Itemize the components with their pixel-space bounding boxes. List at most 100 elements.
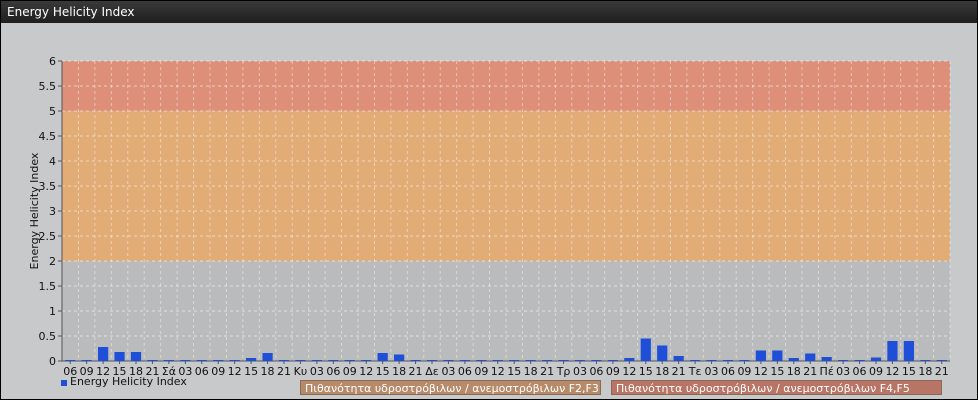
bar-09 <box>213 360 224 361</box>
bar-15 <box>640 338 651 361</box>
y-tick-label: 4.5 <box>39 130 57 143</box>
bar-Δε <box>426 360 438 361</box>
y-tick-label: 2 <box>49 255 56 268</box>
band-legend-f2f3: Πιθανότητα υδροστρόβιλων / ανεμοστρόβιλω… <box>300 380 601 395</box>
bar-15 <box>114 352 125 361</box>
x-tick-label: 06 <box>326 365 340 378</box>
x-tick-label: 03 <box>573 365 587 378</box>
bar-03 <box>574 360 586 361</box>
bar-06 <box>65 360 76 361</box>
bar-15 <box>772 350 783 361</box>
x-tick-label: 06 <box>195 365 209 378</box>
x-tick-label: Τρ <box>556 365 571 378</box>
x-tick-label: 15 <box>507 365 521 378</box>
x-tick-label: 03 <box>441 365 455 378</box>
bar-12 <box>229 360 240 361</box>
y-tick-label: 1 <box>49 305 56 318</box>
bar-12 <box>624 358 635 361</box>
x-tick-label: 15 <box>639 365 653 378</box>
bar-21 <box>147 360 158 361</box>
bar-Κυ <box>295 360 306 361</box>
x-tick-label: 06 <box>721 365 735 378</box>
window-title: Energy Helicity Index <box>1 1 977 23</box>
bar-03 <box>311 360 322 361</box>
bar-03 <box>180 360 191 361</box>
x-tick-label: Δε <box>425 365 439 378</box>
x-tick-label: 21 <box>803 365 817 378</box>
y-tick-label: 3.5 <box>39 180 57 193</box>
bar-18 <box>920 360 931 361</box>
bar-06 <box>196 360 207 361</box>
x-tick-label: 18 <box>655 365 669 378</box>
x-tick-label: 03 <box>836 365 850 378</box>
bar-12 <box>755 350 766 361</box>
series-legend-swatch <box>61 380 67 386</box>
bar-06 <box>328 360 339 361</box>
y-tick-label: 0 <box>49 355 56 368</box>
bar-12 <box>361 360 372 361</box>
bar-21 <box>936 360 947 361</box>
x-tick-label: 06 <box>853 365 867 378</box>
energy-helicity-chart: 0 0.5 1 1.5 2 2.5 3 3.5 4 4.5 5 5.5 6 Energy Helicity… <box>28 55 951 378</box>
bar-Τρ <box>558 360 569 361</box>
bar-21 <box>542 360 553 361</box>
chart-panel: 0 0.5 1 1.5 2 2.5 3 3.5 4 4.5 5 5.5 6 Energy Helicity… <box>1 23 977 399</box>
bar-06 <box>854 360 865 361</box>
x-tick-label: 09 <box>737 365 751 378</box>
band-legend-f4f5: Πιθανότητα υδροστρόβιλων / ανεμοστρόβιλω… <box>611 380 942 395</box>
y-tick-label: 3 <box>49 205 56 218</box>
bar-18 <box>788 358 799 361</box>
bar-12 <box>98 347 109 361</box>
bar-18 <box>394 354 405 361</box>
bar-21 <box>673 356 684 361</box>
bar-18 <box>657 345 668 361</box>
bar-Τε <box>690 360 701 361</box>
bar-18 <box>130 352 142 361</box>
bar-18 <box>525 360 536 361</box>
x-tick-label: 09 <box>211 365 225 378</box>
bar-03 <box>706 360 717 361</box>
y-axis-title: Energy Helicity Index <box>28 152 41 269</box>
x-tick-label: 18 <box>918 365 932 378</box>
bar-09 <box>344 360 355 361</box>
bar-15 <box>903 341 914 361</box>
bar-06 <box>591 360 602 361</box>
x-tick-label: 18 <box>261 365 275 378</box>
y-tick-label: 6 <box>49 55 56 68</box>
bar-21 <box>278 360 290 361</box>
x-tick-label: 09 <box>606 365 620 378</box>
chart-window: Energy Helicity Index 0 0.5 1 1.5 2 2.5 3 3.5 4 4… <box>0 0 978 400</box>
x-tick-label: 03 <box>310 365 324 378</box>
x-tick-label: 15 <box>376 365 390 378</box>
x-tick-label: 12 <box>622 365 636 378</box>
bar-09 <box>607 360 618 361</box>
x-tick-label: 21 <box>277 365 291 378</box>
bar-Πέ <box>821 357 832 361</box>
x-tick-label: 21 <box>540 365 554 378</box>
x-tick-label: 12 <box>359 365 373 378</box>
x-tick-label: 18 <box>524 365 538 378</box>
x-tick-label: 18 <box>392 365 406 378</box>
bar-21 <box>805 353 816 361</box>
y-tick-label: 5 <box>49 105 56 118</box>
bar-03 <box>443 360 454 361</box>
bar-15 <box>509 360 520 361</box>
bar-12 <box>887 341 898 361</box>
bar-09 <box>870 357 882 361</box>
x-tick-label: 09 <box>474 365 488 378</box>
bar-15 <box>246 358 257 361</box>
x-tick-label: 21 <box>409 365 423 378</box>
y-tick-label: 5.5 <box>39 80 57 93</box>
bar-06 <box>722 360 734 361</box>
bar-18 <box>262 353 273 361</box>
bar-09 <box>81 360 92 361</box>
x-tick-label: 12 <box>754 365 768 378</box>
bar-12 <box>492 360 503 361</box>
x-tick-label: 03 <box>705 365 719 378</box>
x-tick-label: 21 <box>672 365 686 378</box>
x-tick-label: 09 <box>869 365 883 378</box>
x-tick-label: 15 <box>770 365 784 378</box>
bar-09 <box>476 360 487 361</box>
x-tick-label: 15 <box>244 365 258 378</box>
series-legend-label: Energy Helicity Index <box>70 375 187 388</box>
